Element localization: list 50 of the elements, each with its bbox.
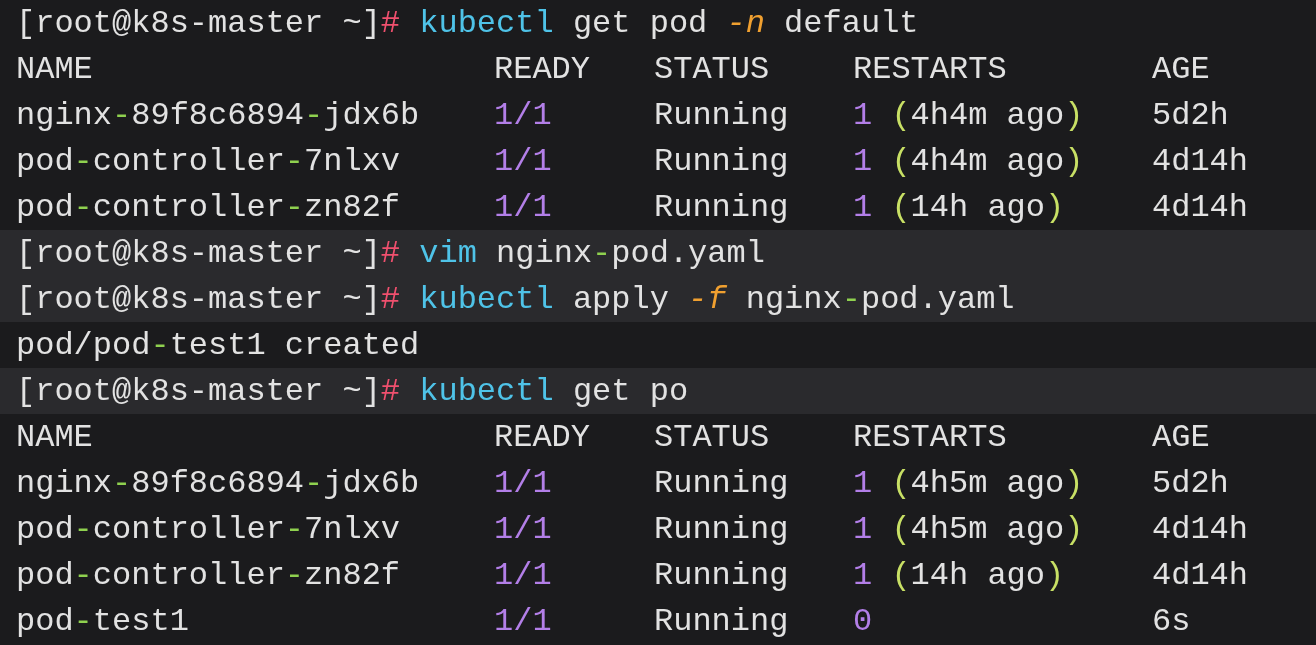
table-cell-text: 1/1	[494, 142, 553, 180]
table-cell-text: Running	[654, 556, 790, 594]
table-cell-text: pod-controller-7nlxv	[16, 510, 402, 548]
column-header: AGE	[1152, 50, 1211, 88]
command-line: [root@k8s-master ~]# vim nginx-pod.yaml	[16, 234, 765, 272]
table-cell-text: 1 (4h4m ago)	[853, 96, 1085, 134]
table-cell-text: 5d2h	[1152, 96, 1230, 134]
table-cell-text: 1 (4h4m ago)	[853, 142, 1085, 180]
table-cell-text: 4d14h	[1152, 556, 1249, 594]
command-line: [root@k8s-master ~]# kubectl get po	[16, 372, 689, 410]
column-header: AGE	[1152, 418, 1211, 456]
table-cell-text: Running	[654, 602, 790, 640]
table-cell-text: 1/1	[494, 188, 553, 226]
table-cell-text: pod-controller-zn82f	[16, 188, 402, 226]
table-cell-text: Running	[654, 96, 790, 134]
table-cell-text: 1/1	[494, 602, 553, 640]
table-cell-text: 4d14h	[1152, 142, 1249, 180]
column-header: STATUS	[654, 418, 771, 456]
table-cell-text: 1 (4h5m ago)	[853, 464, 1085, 502]
column-header: NAME	[16, 418, 94, 456]
column-header: STATUS	[654, 50, 771, 88]
table-cell-text: Running	[654, 464, 790, 502]
table-cell-text: 5d2h	[1152, 464, 1230, 502]
table-cell-text: Running	[654, 510, 790, 548]
table-cell-text: Running	[654, 142, 790, 180]
table-cell-text: pod-controller-zn82f	[16, 556, 402, 594]
output-line: pod/pod-test1 created	[16, 326, 420, 364]
command-line: [root@k8s-master ~]# kubectl apply -f nginx-pod.yaml	[16, 280, 1015, 318]
column-header: READY	[494, 418, 591, 456]
table-cell-text: pod-test1	[16, 602, 190, 640]
table-cell-text: nginx-89f8c6894-jdx6b	[16, 96, 421, 134]
table-cell-text: 1 (14h ago)	[853, 188, 1066, 226]
table-cell-text: 0	[853, 602, 874, 640]
table-cell-text: pod-controller-7nlxv	[16, 142, 402, 180]
column-header: NAME	[16, 50, 94, 88]
table-cell-text: 1/1	[494, 556, 553, 594]
table-cell-text: 1 (4h5m ago)	[853, 510, 1085, 548]
command-line: [root@k8s-master ~]# kubectl get pod -n default	[16, 4, 919, 42]
table-cell-text: nginx-89f8c6894-jdx6b	[16, 464, 421, 502]
table-cell-text: Running	[654, 188, 790, 226]
column-header: RESTARTS	[853, 50, 1008, 88]
table-cell-text: 6s	[1152, 602, 1192, 640]
table-cell-text: 1/1	[494, 510, 553, 548]
column-header: READY	[494, 50, 591, 88]
table-cell-text: 4d14h	[1152, 188, 1249, 226]
table-cell-text: 4d14h	[1152, 510, 1249, 548]
table-cell-text: 1/1	[494, 464, 553, 502]
table-cell-text: 1/1	[494, 96, 553, 134]
table-cell-text: 1 (14h ago)	[853, 556, 1066, 594]
column-header: RESTARTS	[853, 418, 1008, 456]
